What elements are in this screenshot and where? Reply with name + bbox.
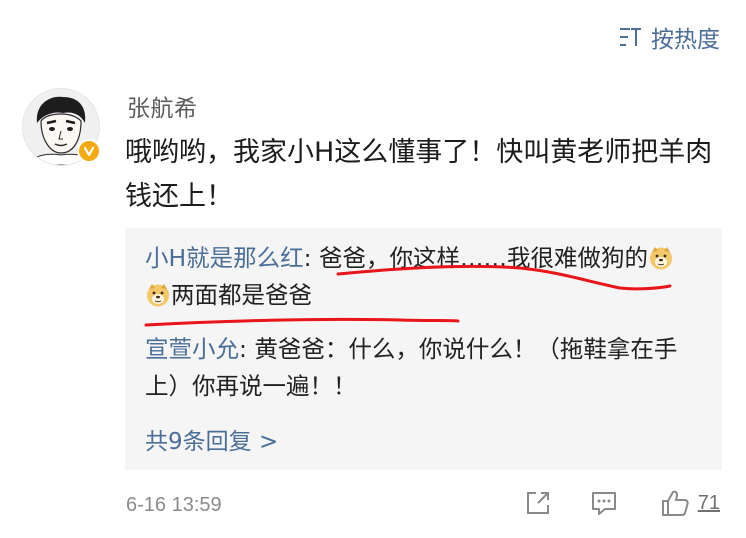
- sort-icon: [619, 26, 643, 48]
- comment-username[interactable]: 张航希: [127, 89, 198, 123]
- reply-item: 宣萱小允: 黄爸爸：什么，你说什么！（拖鞋拿在手上）你再说一遍！！: [145, 331, 693, 405]
- comment-actions: 71: [524, 488, 720, 518]
- doge-emoji-icon: [147, 284, 169, 307]
- reply-text-continued: 两面都是爸爸: [171, 281, 312, 309]
- like-button[interactable]: 71: [660, 488, 720, 518]
- avatar[interactable]: [22, 88, 101, 166]
- reply-username[interactable]: 宣萱小允: [145, 335, 239, 363]
- thumbs-up-icon: [661, 490, 689, 516]
- comment-icon: [591, 492, 616, 515]
- view-all-replies-link[interactable]: 共9条回复 >: [145, 422, 278, 456]
- reply-button[interactable]: [590, 489, 618, 517]
- sort-by-hot-button[interactable]: 按热度: [619, 20, 720, 54]
- sort-label: 按热度: [651, 27, 720, 53]
- share-icon: [526, 492, 549, 514]
- doge-emoji-icon: [650, 247, 673, 270]
- reply-text: : 爸爸，你这样……我很难做狗的: [303, 244, 649, 272]
- reply-item: 小H就是那么红: 爸爸，你这样……我很难做狗的 两面都是爸爸: [145, 240, 693, 314]
- comment-text: 哦哟哟，我家小H这么懂事了！快叫黄老师把羊肉钱还上！: [125, 137, 713, 212]
- verified-badge-icon: [77, 139, 101, 163]
- comment-timestamp: 6-16 13:59: [126, 494, 222, 516]
- share-button[interactable]: [524, 489, 552, 517]
- like-count: 71: [697, 491, 720, 514]
- reply-username[interactable]: 小H就是那么红: [145, 244, 304, 272]
- replies-panel: 小H就是那么红: 爸爸，你这样……我很难做狗的 两面都是爸爸 宣萱小允: 黄爸爸…: [125, 228, 722, 470]
